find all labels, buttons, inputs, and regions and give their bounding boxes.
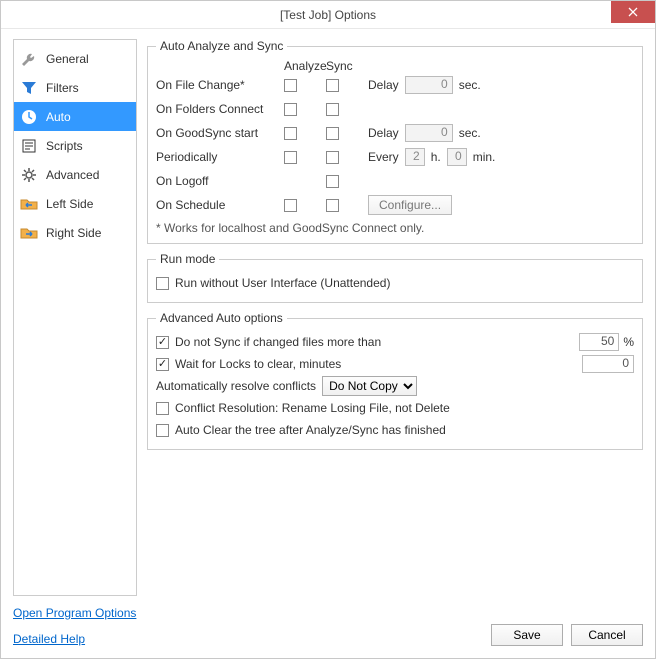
row-schedule: On Schedule Configure... <box>156 193 634 217</box>
sidebar-item-filters[interactable]: Filters <box>14 73 136 102</box>
folder-right-icon <box>20 225 38 241</box>
close-button[interactable] <box>611 1 655 23</box>
label-folders-connect: On Folders Connect <box>156 102 284 116</box>
check-goodsync-start-analyze[interactable] <box>284 127 297 140</box>
input-periodically-hours[interactable]: 2 <box>405 148 425 166</box>
select-resolve-conflicts[interactable]: Do Not Copy <box>322 376 417 396</box>
content-area: Auto Analyze and Sync Analyze Sync On Fi… <box>147 39 643 596</box>
label-periodically: Periodically <box>156 150 284 164</box>
row-goodsync-start: On GoodSync start Delay 0 sec. <box>156 121 634 145</box>
check-goodsync-start-sync[interactable] <box>326 127 339 140</box>
clock-icon <box>20 109 38 125</box>
advanced-auto-group: Advanced Auto options Do not Sync if cha… <box>147 311 643 450</box>
check-folders-connect-analyze[interactable] <box>284 103 297 116</box>
check-folders-connect-sync[interactable] <box>326 103 339 116</box>
label-wait-locks: Wait for Locks to clear, minutes <box>175 357 341 371</box>
funnel-icon <box>20 80 38 96</box>
check-unattended[interactable] <box>156 277 169 290</box>
sidebar-item-label: Left Side <box>46 197 93 211</box>
auto-analyze-legend: Auto Analyze and Sync <box>156 39 287 53</box>
sidebar-item-general[interactable]: General <box>14 44 136 73</box>
label-h: h. <box>431 150 441 164</box>
auto-analyze-group: Auto Analyze and Sync Analyze Sync On Fi… <box>147 39 643 244</box>
check-no-sync-threshold[interactable] <box>156 336 169 349</box>
input-file-change-delay[interactable]: 0 <box>405 76 453 94</box>
sidebar-item-scripts[interactable]: Scripts <box>14 131 136 160</box>
sidebar-item-label: Scripts <box>46 139 83 153</box>
label-conflict-rename: Conflict Resolution: Rename Losing File,… <box>175 401 450 415</box>
link-program-options[interactable]: Open Program Options <box>13 606 136 620</box>
gear-icon <box>20 167 38 183</box>
label-sec: sec. <box>459 78 481 92</box>
check-file-change-sync[interactable] <box>326 79 339 92</box>
input-periodically-min[interactable]: 0 <box>447 148 467 166</box>
label-unattended: Run without User Interface (Unattended) <box>175 276 390 290</box>
label-no-sync-threshold: Do not Sync if changed files more than <box>175 335 381 349</box>
label-sec: sec. <box>459 126 481 140</box>
label-delay: Delay <box>368 78 399 92</box>
close-icon <box>628 7 638 17</box>
label-file-change: On File Change* <box>156 78 284 92</box>
check-logoff-sync[interactable] <box>326 175 339 188</box>
save-button[interactable]: Save <box>491 624 563 646</box>
link-detailed-help[interactable]: Detailed Help <box>13 632 136 646</box>
sidebar-item-label: Auto <box>46 110 71 124</box>
label-schedule: On Schedule <box>156 198 284 212</box>
input-goodsync-start-delay[interactable]: 0 <box>405 124 453 142</box>
check-conflict-rename[interactable] <box>156 402 169 415</box>
label-auto-clear: Auto Clear the tree after Analyze/Sync h… <box>175 423 446 437</box>
column-header-sync: Sync <box>326 59 368 73</box>
row-folders-connect: On Folders Connect <box>156 97 634 121</box>
label-delay: Delay <box>368 126 399 140</box>
sidebar-item-label: General <box>46 52 89 66</box>
configure-button[interactable]: Configure... <box>368 195 452 215</box>
window-title: [Test Job] Options <box>1 8 655 22</box>
check-periodically-analyze[interactable] <box>284 151 297 164</box>
sidebar-item-leftside[interactable]: Left Side <box>14 189 136 218</box>
advanced-auto-legend: Advanced Auto options <box>156 311 287 325</box>
run-mode-group: Run mode Run without User Interface (Una… <box>147 252 643 303</box>
run-mode-legend: Run mode <box>156 252 219 266</box>
footnote: * Works for localhost and GoodSync Conne… <box>156 217 634 235</box>
sidebar-item-advanced[interactable]: Advanced <box>14 160 136 189</box>
titlebar: [Test Job] Options <box>1 1 655 29</box>
label-logoff: On Logoff <box>156 174 284 188</box>
sidebar-item-rightside[interactable]: Right Side <box>14 218 136 247</box>
column-header-analyze: Analyze <box>284 59 326 73</box>
sidebar-item-label: Advanced <box>46 168 99 182</box>
row-logoff: On Logoff <box>156 169 634 193</box>
script-icon <box>20 138 38 154</box>
check-schedule-sync[interactable] <box>326 199 339 212</box>
check-file-change-analyze[interactable] <box>284 79 297 92</box>
check-auto-clear[interactable] <box>156 424 169 437</box>
sidebar-item-label: Filters <box>46 81 79 95</box>
row-periodically: Periodically Every 2 h. 0 min. <box>156 145 634 169</box>
options-dialog: [Test Job] Options General Filters Auto … <box>0 0 656 659</box>
cancel-button[interactable]: Cancel <box>571 624 643 646</box>
dialog-footer: Open Program Options Detailed Help Save … <box>1 602 655 658</box>
sidebar: General Filters Auto Scripts Advanced Le… <box>13 39 137 596</box>
check-periodically-sync[interactable] <box>326 151 339 164</box>
wrench-icon <box>20 51 38 67</box>
folder-left-icon <box>20 196 38 212</box>
input-no-sync-percent[interactable]: 50 <box>579 333 619 351</box>
sidebar-item-label: Right Side <box>46 226 101 240</box>
label-min: min. <box>473 150 496 164</box>
check-schedule-analyze[interactable] <box>284 199 297 212</box>
label-goodsync-start: On GoodSync start <box>156 126 284 140</box>
sidebar-item-auto[interactable]: Auto <box>14 102 136 131</box>
input-wait-locks[interactable]: 0 <box>582 355 634 373</box>
check-wait-locks[interactable] <box>156 358 169 371</box>
label-percent: % <box>623 335 634 349</box>
label-every: Every <box>368 150 399 164</box>
label-resolve-conflicts: Automatically resolve conflicts <box>156 379 316 393</box>
row-file-change: On File Change* Delay 0 sec. <box>156 73 634 97</box>
